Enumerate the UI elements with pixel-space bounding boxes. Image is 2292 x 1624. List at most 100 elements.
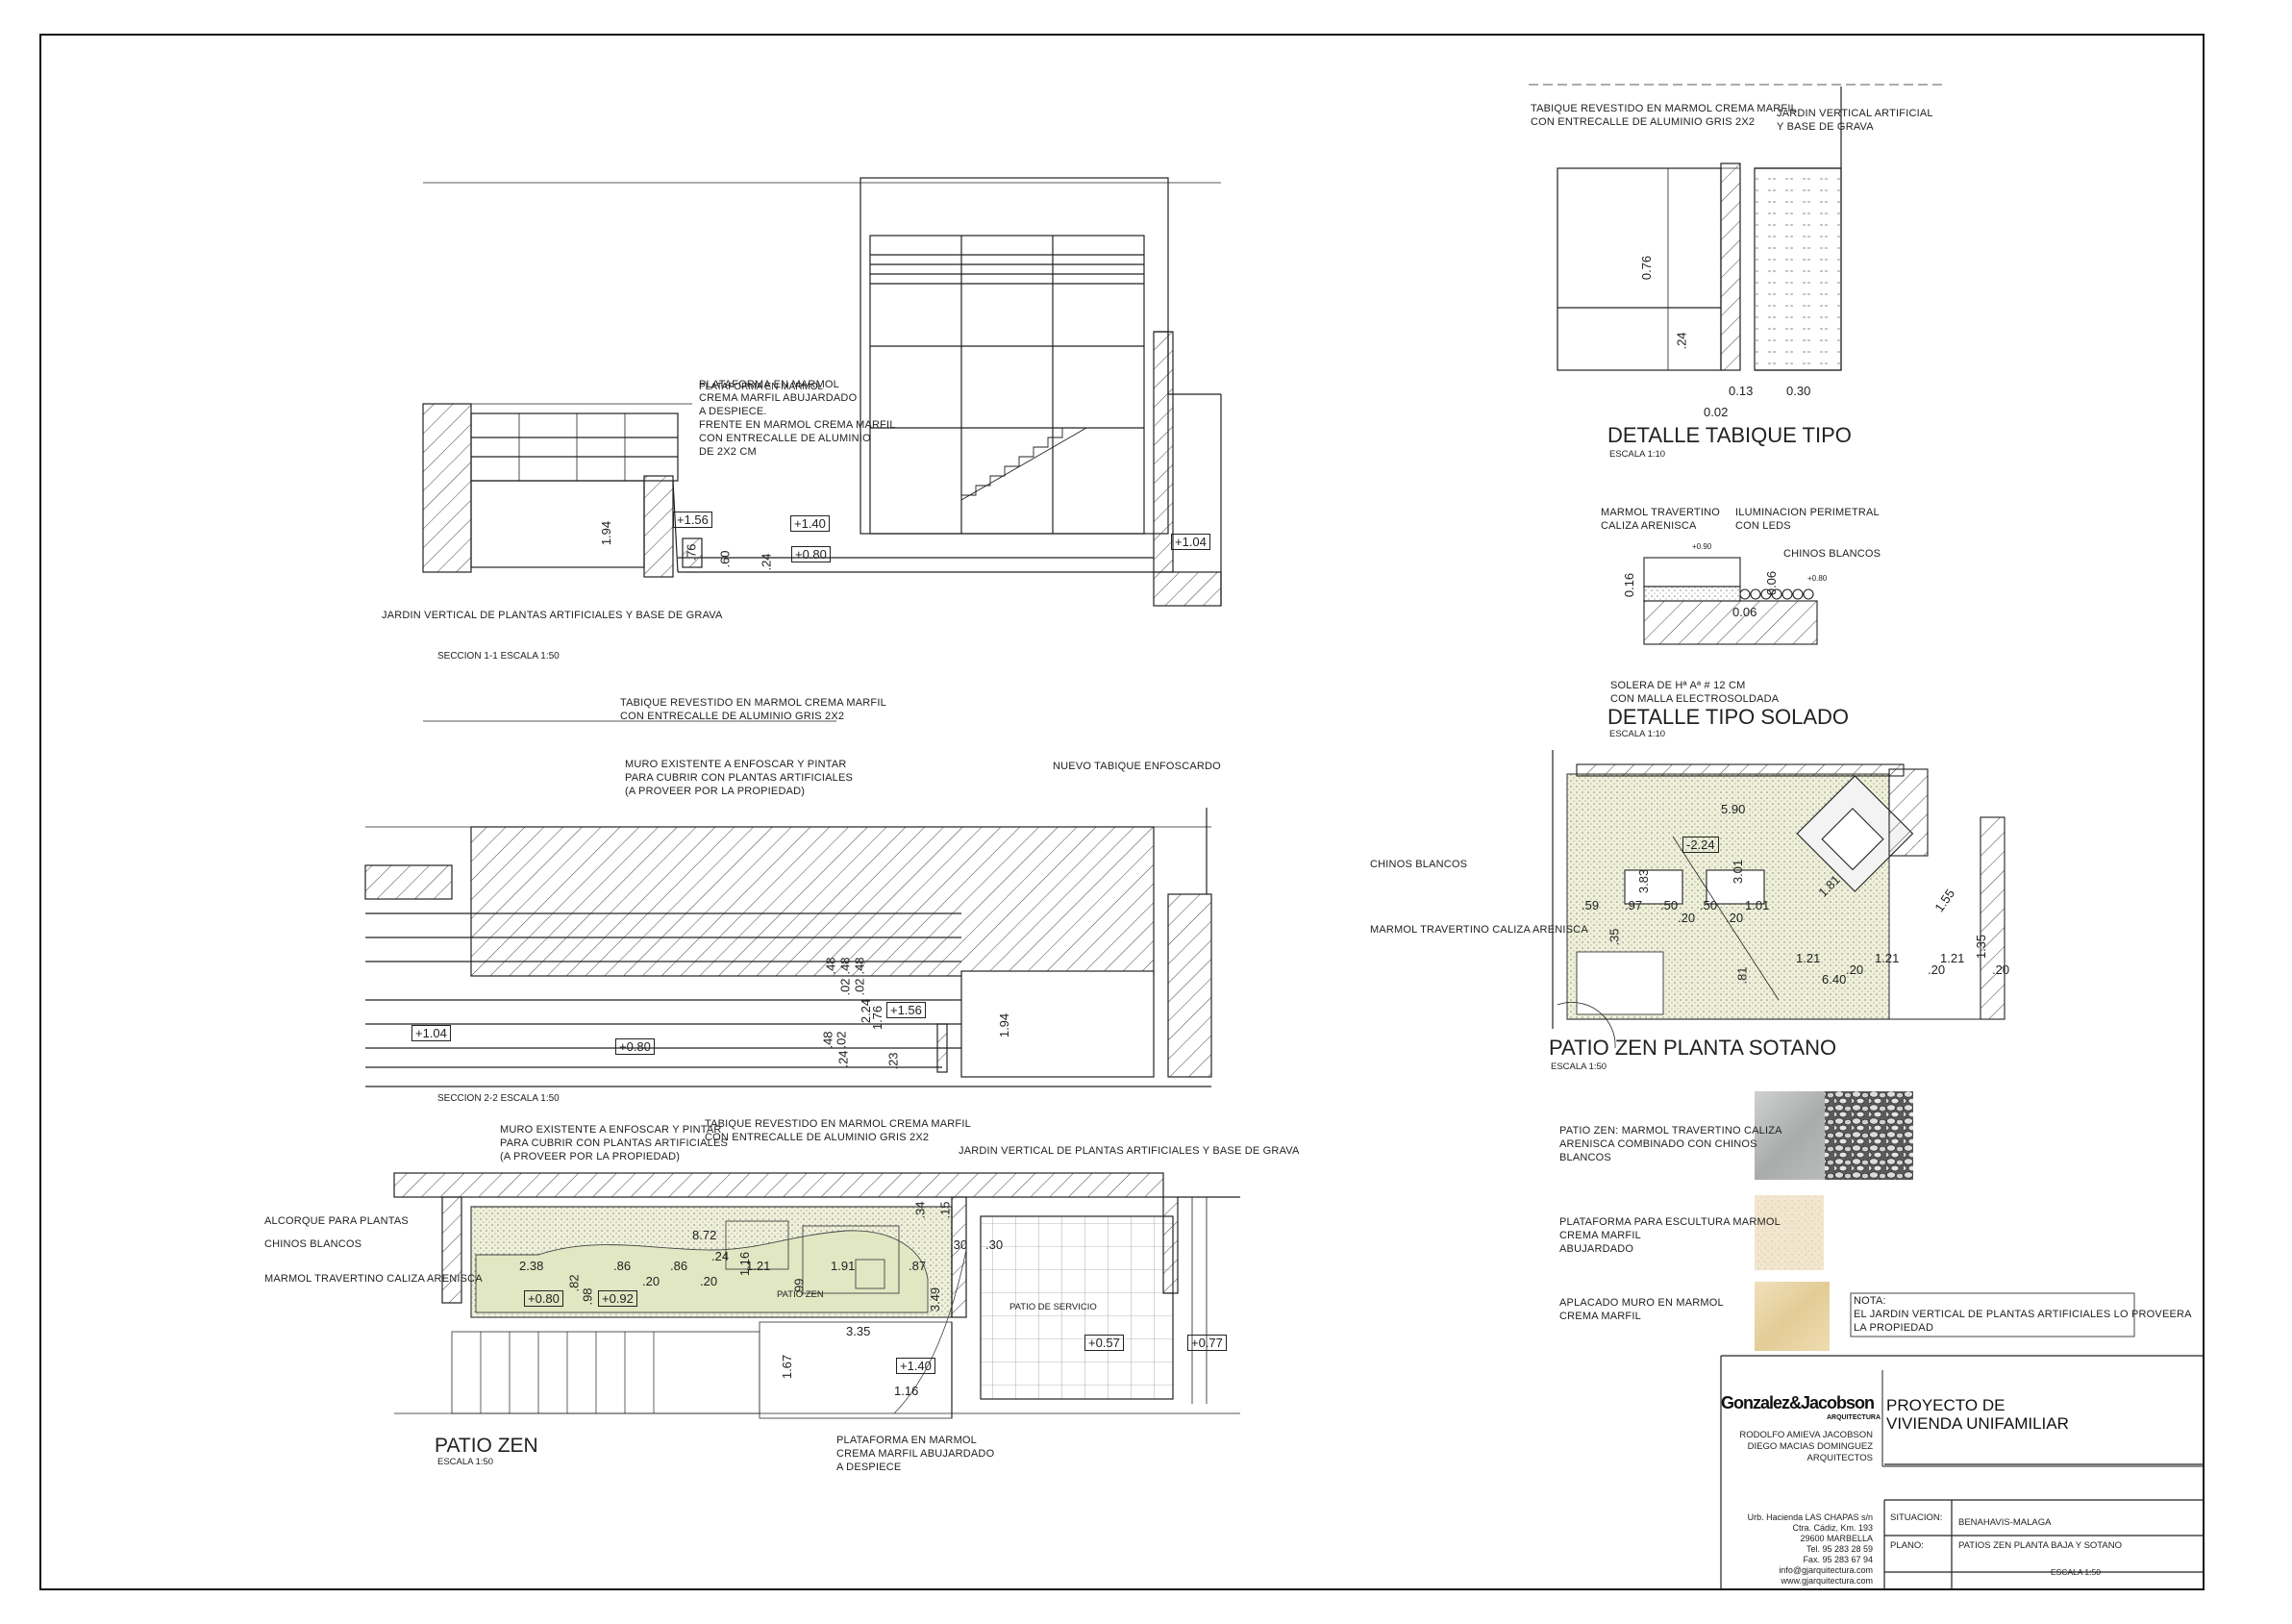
level-s1-140: +1.40 — [790, 515, 830, 532]
dim-pz-99: .99 — [791, 1278, 807, 1296]
dim-pz-24: .24 — [711, 1249, 730, 1263]
dim-dt-013: 0.13 — [1729, 384, 1754, 398]
note-plataforma-3: A DESPIECE. — [699, 406, 767, 417]
swatch-crema-marfil — [1755, 1282, 1830, 1351]
note-muro-s2-1: MURO EXISTENTE A ENFOSCAR Y PINTAR — [625, 759, 847, 770]
note-marmol-ds-2: CALIZA ARENISCA — [1601, 520, 1697, 532]
dim-pz-30a: .30 — [950, 1237, 968, 1252]
dim-s2-194: 1.94 — [997, 1012, 1012, 1038]
patio-sotano-scale: ESCALA 1:50 — [1551, 1062, 1607, 1072]
legend-2-line2: CREMA MARFIL — [1559, 1230, 1641, 1241]
note-muro-pz-1: MURO EXISTENTE A ENFOSCAR Y PINTAR — [500, 1124, 722, 1136]
note-marmol-ps: MARMOL TRAVERTINO CALIZA ARENISCA — [1370, 924, 1588, 936]
note-marmol-ds-1: MARMOL TRAVERTINO — [1601, 507, 1721, 518]
note-alcorque: ALCORQUE PARA PLANTAS — [264, 1215, 409, 1227]
note-jardin-s1: JARDIN VERTICAL DE PLANTAS ARTIFICIALES … — [382, 610, 723, 621]
note-plataforma-4: FRENTE EN MARMOL CREMA MARFIL — [699, 419, 896, 431]
detalle-tabique-scale: ESCALA 1:10 — [1609, 449, 1665, 460]
level-pz-077: +0.77 — [1187, 1335, 1227, 1351]
dim-s2-48a: .48 — [823, 957, 838, 975]
architect-1: RODOLFO AMIEVA JACOBSON — [1739, 1430, 1873, 1440]
dim-s1-24: .24 — [759, 553, 774, 571]
detalle-solado-drawing — [1643, 557, 1818, 645]
dim-pz-86a: .86 — [613, 1259, 632, 1273]
title-block — [1720, 1355, 2204, 1589]
address-4: Tel. 95 283 28 59 — [1806, 1544, 1873, 1554]
dim-ps-121a: 1.21 — [1796, 951, 1821, 965]
dim-pz-34: .34 — [912, 1201, 928, 1219]
address-7: www.gjarquitectura.com — [1781, 1576, 1873, 1586]
dim-dt-030: 0.30 — [1786, 384, 1811, 398]
dim-dt-002: 0.02 — [1704, 405, 1729, 419]
dim-ps-135: 1.35 — [1974, 934, 1989, 960]
detalle-tabique-title: DETALLE TABIQUE TIPO — [1607, 423, 1852, 447]
note-plataforma-6: DE 2X2 CM — [699, 446, 757, 458]
dim-pz-86b: .86 — [670, 1259, 688, 1273]
dim-pz-335: 3.35 — [846, 1324, 871, 1338]
dim-ps-59: .59 — [1582, 898, 1600, 912]
level-s2-156: +1.56 — [886, 1002, 926, 1018]
note-solera-1: SOLERA DE Hª Aª # 12 CM — [1610, 680, 1746, 691]
detalle-solado-scale: ESCALA 1:10 — [1609, 729, 1665, 739]
note-tabique-pz-2: CON ENTRECALLE DE ALUMINIO GRIS 2X2 — [705, 1132, 930, 1143]
address-6: info@gjarquitectura.com — [1779, 1565, 1873, 1575]
legend-1-line2: ARENISCA COMBINADO CON CHINOS — [1559, 1138, 1757, 1150]
note-plataforma-5: CON ENTRECALLE DE ALUMINIO — [699, 433, 871, 444]
dim-ps-20c: .20 — [1846, 962, 1864, 977]
note-tabique-s2-1: TABIQUE REVESTIDO EN MARMOL CREMA MARFIL — [620, 697, 886, 709]
level-s2-104: +1.04 — [411, 1025, 451, 1041]
note-tabique-dt-2: CON ENTRECALLE DE ALUMINIO GRIS 2X2 — [1531, 116, 1756, 128]
drawing-sheet: SECCION 1-1 ESCALA 1:50 PLATAFORMA EN MA… — [0, 0, 2292, 1619]
note-chinos-ps: CHINOS BLANCOS — [1370, 859, 1468, 870]
note-plataforma-pz-3: A DESPIECE — [836, 1462, 902, 1473]
dim-pz-82: .82 — [566, 1274, 582, 1292]
address-5: Fax. 95 283 67 94 — [1803, 1555, 1873, 1564]
plano-label: PLANO: — [1890, 1540, 1924, 1551]
note-jardin-dt-1: JARDIN VERTICAL ARTIFICIAL — [1777, 108, 1933, 119]
address-2: Ctra. Cádiz, Km. 193 — [1792, 1523, 1873, 1533]
note-tabique-s2-2: CON ENTRECALLE DE ALUMINIO GRIS 2X2 — [620, 711, 845, 722]
note-tabique-dt-1: TABIQUE REVESTIDO EN MARMOL CREMA MARFIL — [1531, 103, 1797, 114]
level-pz-080: +0.80 — [524, 1290, 563, 1307]
patio-zen-title: PATIO ZEN — [435, 1435, 538, 1457]
dim-s2-23: .23 — [885, 1052, 901, 1070]
situacion-value: BENAHAVIS-MALAGA — [1958, 1517, 2052, 1528]
dim-s1-194: 1.94 — [599, 520, 614, 546]
dim-pz-98: .98 — [580, 1287, 595, 1306]
dim-s1-76: .76 — [684, 543, 699, 562]
dim-ds-016: 0.16 — [1622, 572, 1637, 598]
note-muro-pz-3: (A PROVEER POR LA PROPIEDAD) — [500, 1151, 681, 1162]
firm-logo-sub: ARQUITECTURA — [1827, 1414, 1881, 1421]
note-jardin-pz: JARDIN VERTICAL DE PLANTAS ARTIFICIALES … — [959, 1145, 1300, 1157]
level-ps-224: -2.24 — [1682, 837, 1719, 853]
architect-3: ARQUITECTOS — [1806, 1453, 1873, 1463]
note-marmol-pz: MARMOL TRAVERTINO CALIZA ARENISCA — [264, 1273, 483, 1285]
legend-3-line1: APLACADO MURO EN MARMOL — [1559, 1297, 1724, 1309]
level-ds-080: +0.80 — [1807, 574, 1828, 583]
dim-ps-50a: .50 — [1660, 898, 1679, 912]
dim-s2-02c: .02 — [834, 1031, 849, 1049]
dim-s2-48b: .48 — [837, 957, 853, 975]
dim-s2-48c: .48 — [852, 957, 867, 975]
legend-2-line1: PLATAFORMA PARA ESCULTURA MARMOL — [1559, 1216, 1781, 1228]
label-patio-servicio: PATIO DE SERVICIO — [1009, 1302, 1097, 1312]
section-2-2-caption: SECCION 2-2 ESCALA 1:50 — [437, 1093, 560, 1104]
dim-dt-24: .24 — [1674, 332, 1689, 350]
dim-s2-24: .24 — [835, 1050, 851, 1068]
swatch-abujardado — [1755, 1195, 1824, 1270]
dim-pz-872: 8.72 — [692, 1228, 717, 1242]
note-plataforma-pz-2: CREMA MARFIL ABUJARDADO — [836, 1448, 995, 1460]
note-plataforma-2: CREMA MARFIL ABUJARDADO — [699, 392, 858, 404]
note-nuevo-tabique: NUEVO TABIQUE ENFOSCARDO — [1053, 761, 1221, 772]
dim-s2-02b: .02 — [852, 978, 867, 996]
dim-pz-30b: .30 — [985, 1237, 1004, 1252]
dim-pz-121: 1.21 — [746, 1259, 771, 1273]
architect-2: DIEGO MACIAS DOMINGUEZ — [1747, 1441, 1873, 1452]
dim-ds-006b: 0.06 — [1732, 605, 1757, 619]
note-plataforma-1: PLATAFORMA EN MARMOL — [699, 379, 840, 390]
dim-ps-383: 3.83 — [1636, 868, 1652, 894]
note-plataforma-pz-1: PLATAFORMA EN MARMOL — [836, 1435, 978, 1446]
dim-pz-238: 2.38 — [519, 1259, 544, 1273]
legend-1-line1: PATIO ZEN: MARMOL TRAVERTINO CALIZA — [1559, 1125, 1782, 1137]
note-jardin-dt-2: Y BASE DE GRAVA — [1777, 121, 1874, 133]
